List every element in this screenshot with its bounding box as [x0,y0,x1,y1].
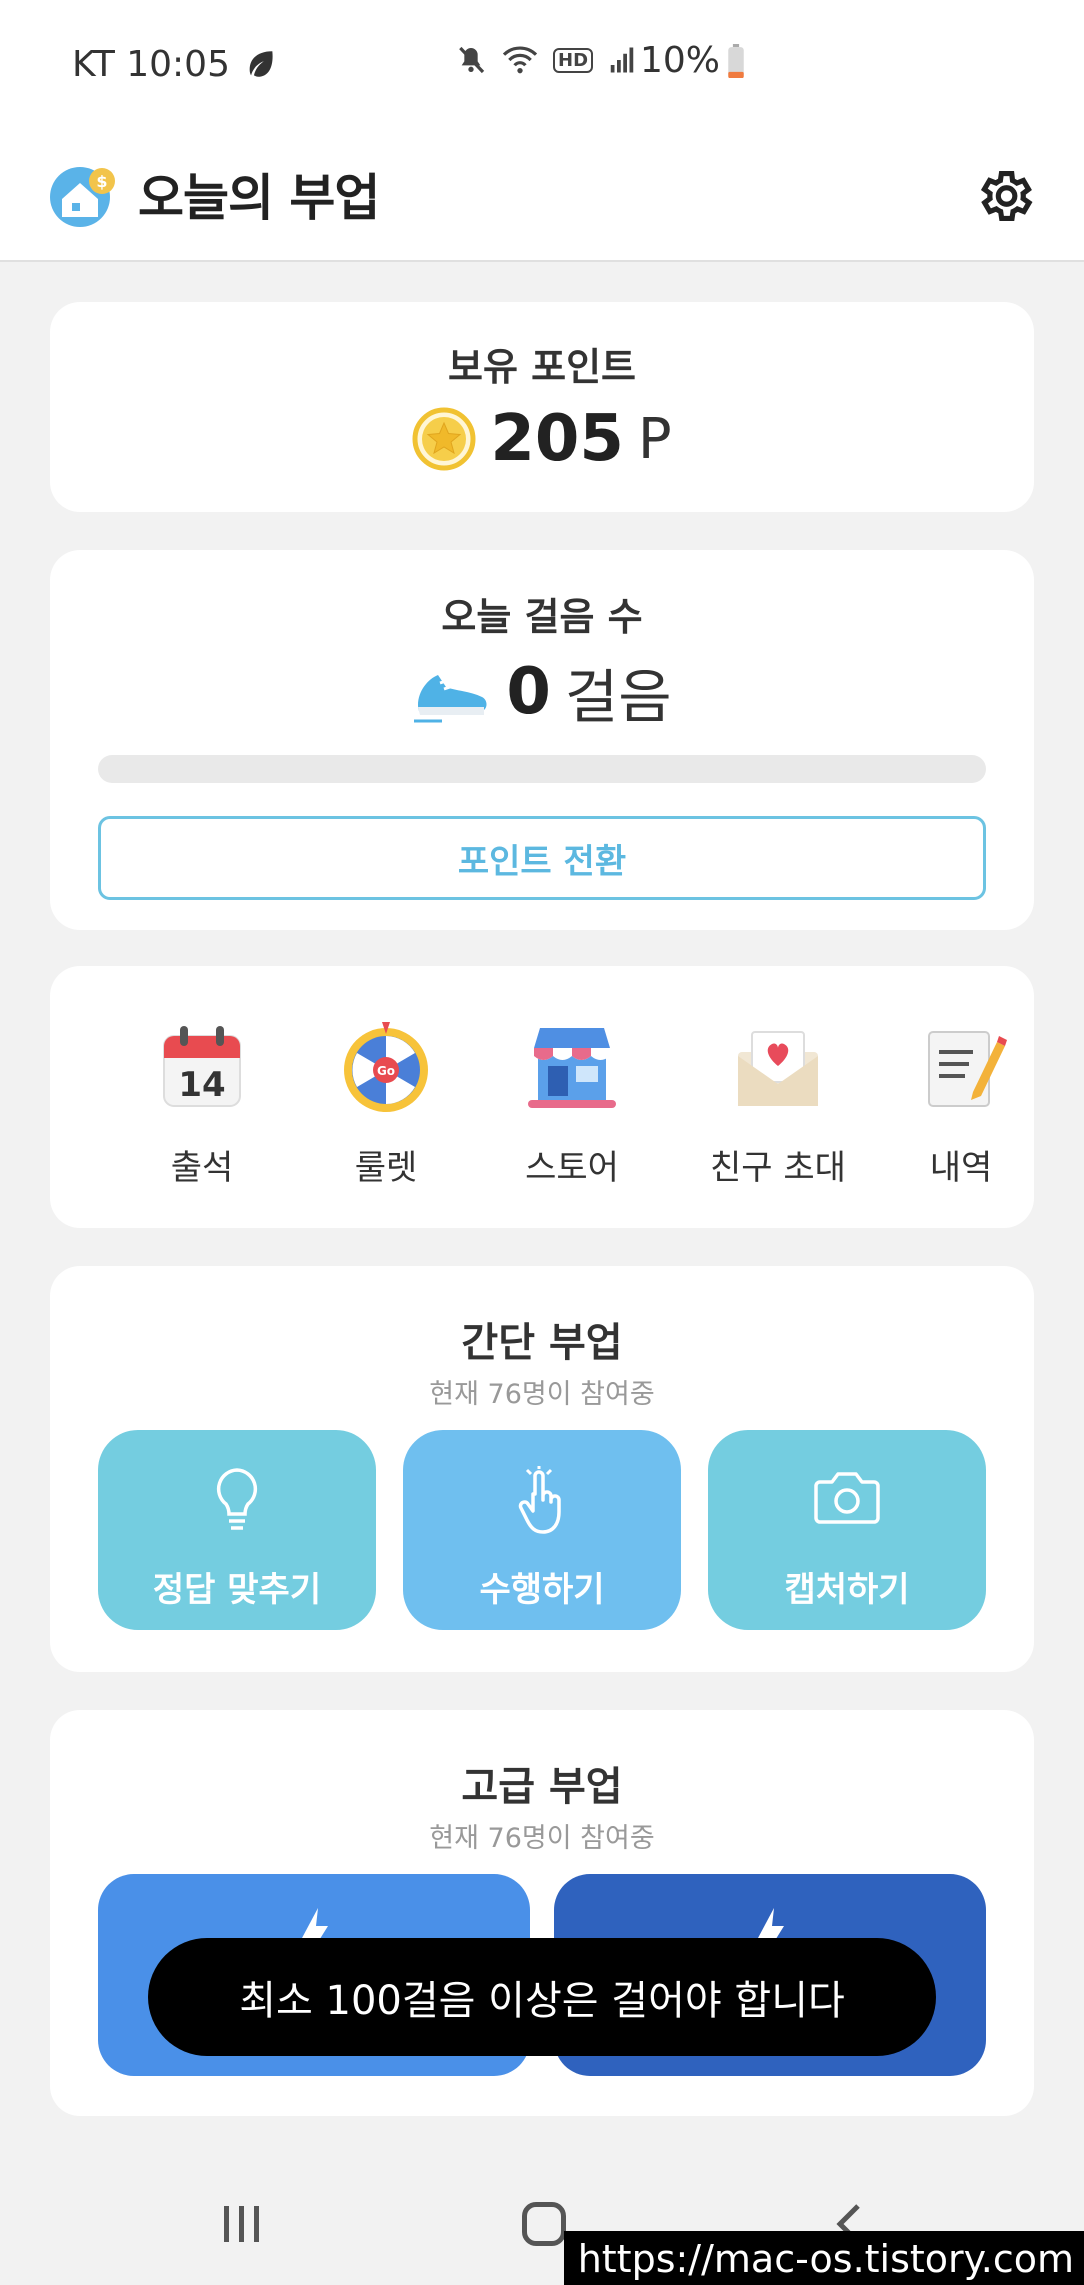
menu-card: 14 출석 Go 룰렛 스토어 친구 초대 내역 [50,966,1034,1228]
mute-icon [459,46,485,74]
advanced-tasks-subtitle: 현재 76명이 참여중 [429,1823,655,1854]
menu-item-history[interactable]: 내역 [896,1018,1026,1189]
tap-hand-icon [518,1466,561,1534]
points-row: 205 P [50,402,1034,476]
simple-tasks-card: 간단 부업 현재 76명이 참여중 정답 맞추기 수행하기 캡처하기 [50,1266,1034,1672]
battery-percent: 10% [640,40,721,81]
perform-label: 수행하기 [479,1570,605,1610]
svg-text:$: $ [96,172,107,191]
app-logo-icon: $ [48,159,118,229]
signal-icon [610,47,634,73]
steps-card: 오늘 걸음 수 0 걸음 포인트 전환 [50,550,1034,930]
watermark-url: https://mac-os.tistory.com [563,2231,1084,2285]
steps-unit: 걸음 [564,663,672,731]
steps-progress-bar [98,755,986,783]
svg-text:Go: Go [377,1064,395,1078]
advanced-tasks-title: 고급 부업 [461,1764,623,1810]
capture-label: 캡처하기 [784,1570,910,1610]
points-value: 205 [490,402,624,476]
quiz-label: 정답 맞추기 [152,1570,322,1610]
menu-item-attendance[interactable]: 14 출석 [122,1018,282,1189]
roulette-icon: Go [344,1022,428,1112]
gear-icon [980,170,1033,222]
app-header: $ 오늘의 부업 [0,128,1084,262]
status-left: KT 10:05 [72,44,278,85]
points-title: 보유 포인트 [447,345,637,389]
menu-label-store: 스토어 [525,1148,619,1188]
toast-message: 최소 100걸음 이상은 걸어야 합니다 [148,1938,936,2056]
steps-row: 0 걸음 [50,650,1034,734]
steps-title: 오늘 걸음 수 [441,595,643,639]
menu-item-store[interactable]: 스토어 [492,1018,652,1189]
hd-voice-icon: HD [553,47,594,73]
perform-button[interactable]: 수행하기 [403,1430,681,1630]
home-icon[interactable] [522,2202,566,2246]
simple-tasks-title: 간단 부업 [461,1320,623,1366]
battery-icon [728,43,744,78]
menu-item-invite-friend[interactable]: 친구 초대 [658,1018,898,1189]
status-icons: HD [455,44,637,76]
simple-tasks-subtitle: 현재 76명이 참여중 [429,1379,655,1410]
notepad-icon [928,1031,1007,1107]
settings-button[interactable] [964,156,1044,236]
recent-apps-icon[interactable] [220,2202,264,2246]
camera-icon [814,1472,880,1524]
wifi-icon [502,46,538,74]
points-unit: P [637,406,672,472]
menu-label-invite-friend: 친구 초대 [710,1148,846,1188]
app-title: 오늘의 부업 [138,169,380,227]
star-coin-icon [412,407,476,471]
menu-label-attendance: 출석 [170,1148,234,1188]
points-card: 보유 포인트 205 P [50,302,1034,512]
convert-points-button[interactable]: 포인트 전환 [98,816,986,900]
steps-value: 0 [506,655,551,729]
carrier-time: KT 10:05 [72,43,230,85]
leaf-icon [249,51,273,77]
quiz-button[interactable]: 정답 맞추기 [98,1430,376,1630]
battery-status: 10% [640,40,746,81]
lightbulb-icon [216,1468,258,1530]
status-bar: KT 10:05 HD 10% [0,0,1084,128]
menu-label-roulette: 룰렛 [354,1148,418,1188]
capture-button[interactable]: 캡처하기 [708,1430,986,1630]
invite-letter-icon [738,1031,818,1106]
svg-text:14: 14 [178,1065,225,1105]
sneaker-icon [414,675,487,723]
menu-item-roulette[interactable]: Go 룰렛 [306,1018,466,1189]
store-icon [528,1028,616,1108]
menu-label-history: 내역 [929,1148,993,1188]
calendar-icon: 14 [163,1026,241,1107]
